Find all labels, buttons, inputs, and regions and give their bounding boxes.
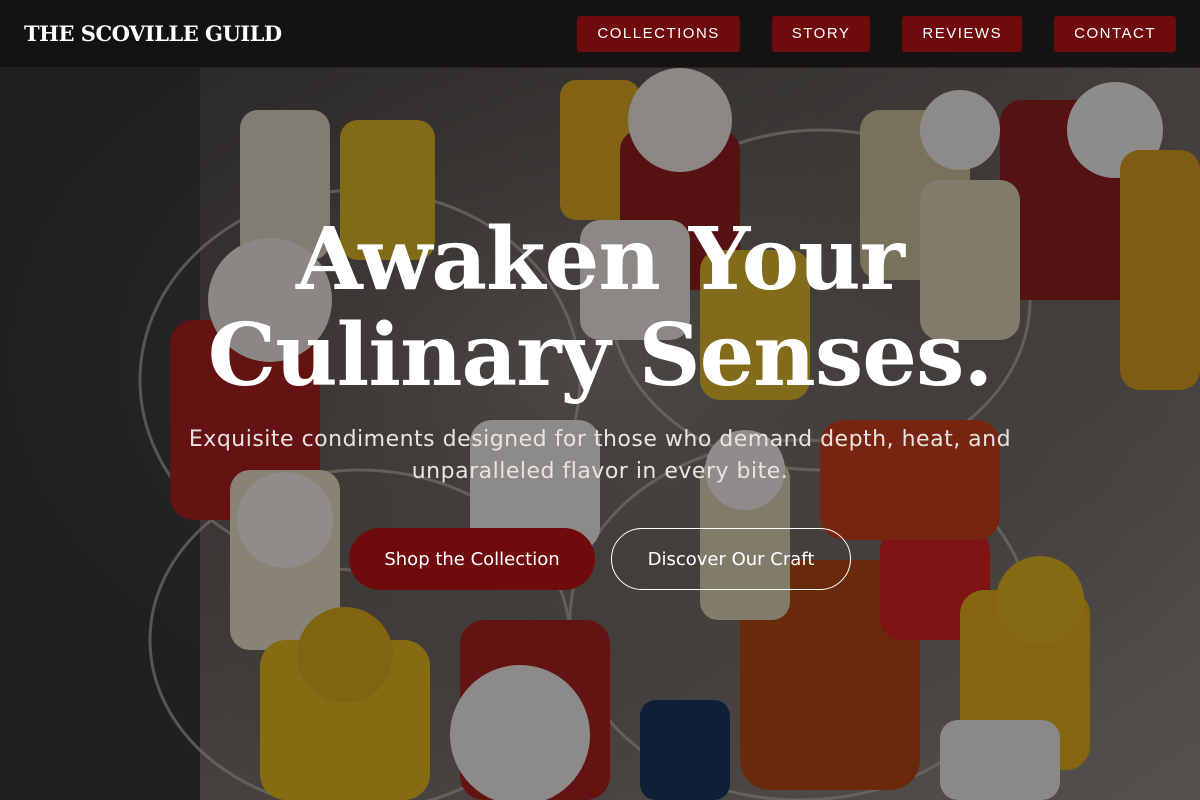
discover-craft-button[interactable]: Discover Our Craft [611,528,851,590]
nav-link-contact[interactable]: CONTACT [1054,15,1176,52]
nav-link-story[interactable]: STORY [771,15,871,52]
nav-link-collections[interactable]: COLLECTIONS [577,15,740,52]
hero-button-group: Shop the Collection Discover Our Craft [0,528,1200,590]
hero-section: Awaken Your Culinary Senses. Exquisite c… [0,212,1200,590]
hero-title-line-2: Culinary Senses. [207,305,994,406]
main-nav: COLLECTIONS STORY REVIEWS CONTACT [577,15,1176,52]
hero-title: Awaken Your Culinary Senses. [0,212,1200,404]
shop-collection-button[interactable]: Shop the Collection [349,528,595,590]
hero-title-line-1: Awaken Your [296,209,905,310]
hero-subtitle: Exquisite condiments designed for those … [188,427,1012,484]
landing-page: THE SCOVILLE GUILD COLLECTIONS STORY REV… [0,0,1200,800]
nav-link-reviews[interactable]: REVIEWS [902,15,1023,52]
brand-logo[interactable]: THE SCOVILLE GUILD [24,21,282,46]
site-header: THE SCOVILLE GUILD COLLECTIONS STORY REV… [0,0,1200,68]
